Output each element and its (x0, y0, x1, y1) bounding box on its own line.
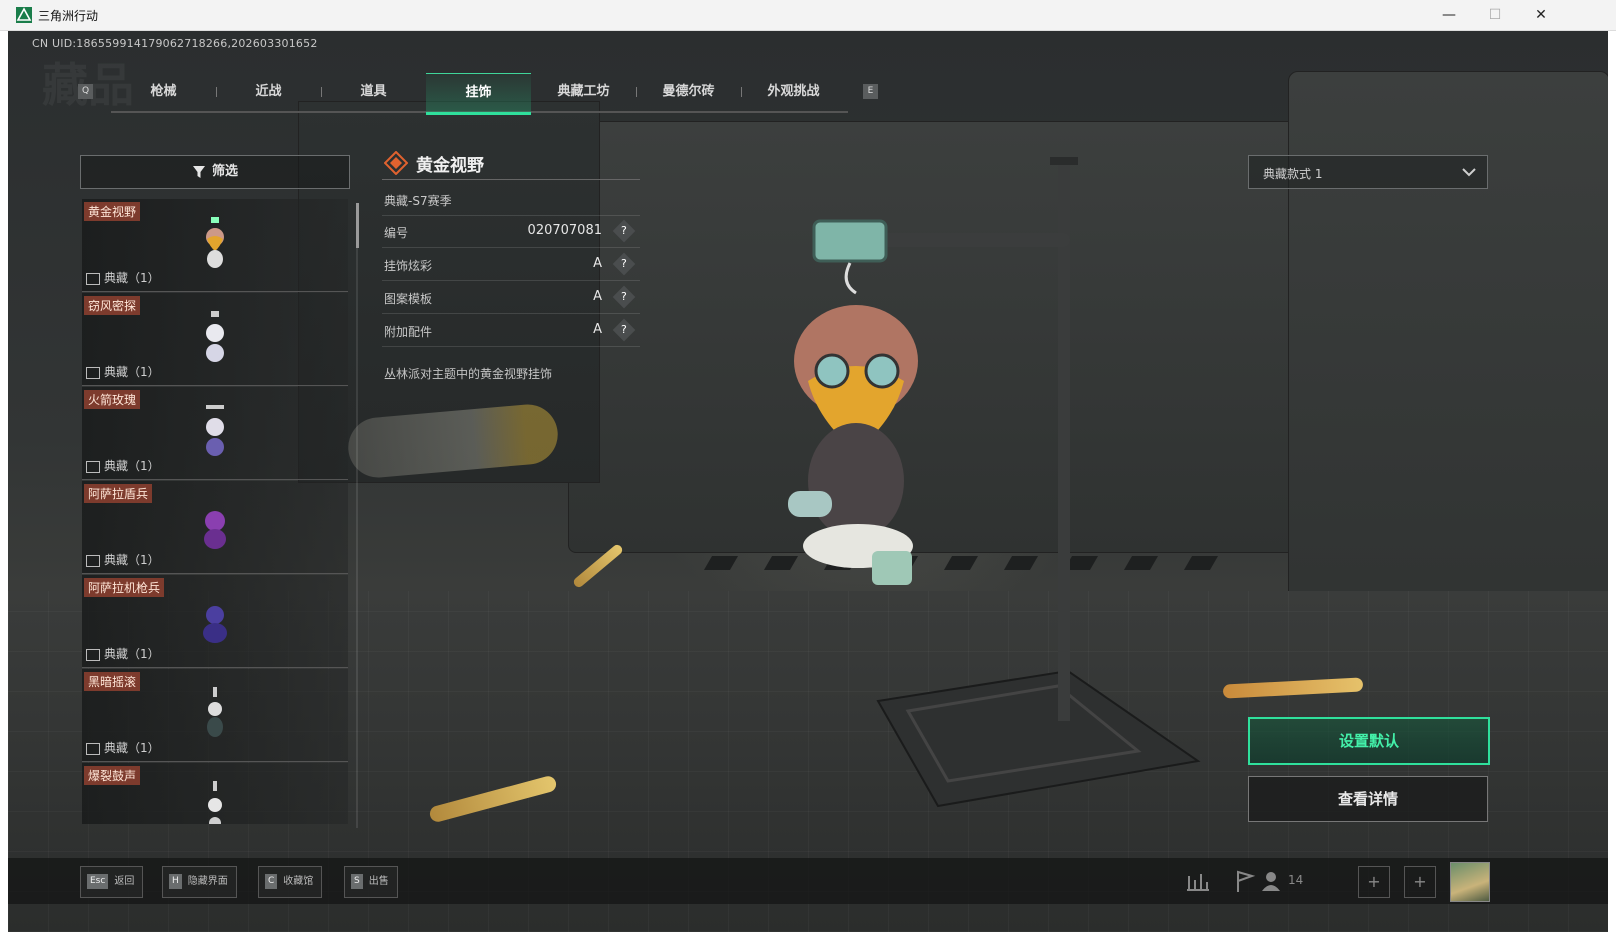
collection-icon (86, 272, 100, 285)
charm-thumbnail (206, 405, 224, 456)
charm-thumbnail (206, 311, 224, 362)
set-default-button[interactable]: 设置默认 (1248, 717, 1490, 765)
item-count: 典藏（1） (86, 363, 160, 380)
list-scrollbar-thumb[interactable] (356, 203, 359, 248)
item-name: 黄金视野 (84, 202, 141, 221)
item-count: 典藏（1） (86, 457, 160, 474)
item-name: 火箭玫瑰 (84, 390, 141, 409)
detail-row-color: 挂饰炫彩 A ? (382, 248, 640, 281)
stats-icon[interactable] (1183, 866, 1213, 896)
collection-icon (86, 554, 100, 567)
item-count: 典藏（1） (86, 551, 160, 568)
tab-prev-key-hint[interactable]: Q (78, 84, 93, 99)
style-variant-select[interactable]: 典藏款式 1 (1248, 155, 1488, 189)
maximize-button[interactable]: ☐ (1472, 0, 1518, 30)
hide-ui-hint-button[interactable]: H 隐藏界面 (162, 866, 237, 898)
help-icon[interactable]: ? (612, 285, 636, 309)
season-label: 典藏-S7赛季 (384, 194, 452, 208)
item-count: 典藏（1） (86, 269, 160, 286)
tab-items[interactable]: 道具 (321, 73, 426, 111)
collection-icon (86, 648, 100, 661)
charm-thumbnail (206, 217, 224, 268)
chevron-down-icon (1462, 168, 1476, 177)
help-icon[interactable]: ? (612, 318, 636, 342)
collection-icon (86, 366, 100, 379)
filter-label: 筛选 (211, 164, 238, 179)
add-slot-button[interactable]: + (1358, 866, 1390, 898)
style-variant-value: 典藏款式 1 (1263, 167, 1323, 181)
filter-icon (192, 165, 205, 178)
close-button[interactable]: ✕ (1518, 0, 1564, 30)
list-item[interactable]: 阿萨拉机枪兵 典藏（1） (82, 575, 348, 668)
view-detail-button[interactable]: 查看详情 (1248, 776, 1488, 822)
tab-firearms[interactable]: 枪械 (111, 73, 216, 111)
list-scroll-track[interactable] (356, 203, 358, 828)
list-item[interactable]: 黄金视野 典藏（1） (82, 199, 348, 292)
list-item[interactable]: 窃风密探 典藏（1） (82, 293, 348, 386)
window-titlebar: 三角洲行动 — ☐ ✕ (0, 0, 1616, 31)
detail-header: 黄金视野 (382, 147, 640, 180)
category-tabs: 枪械 近战 道具 挂饰 典藏工坊 曼德尔砖 外观挑战 (111, 73, 848, 115)
tab-charms[interactable]: 挂饰 (426, 73, 531, 115)
friends-icon[interactable] (1258, 866, 1288, 896)
list-item[interactable]: 火箭玫瑰 典藏（1） (82, 387, 348, 480)
sell-hint-button[interactable]: S 出售 (344, 866, 398, 898)
charm-title: 黄金视野 (416, 156, 484, 176)
list-item[interactable]: 爆裂鼓声 (82, 763, 348, 824)
charm-list: 黄金视野 典藏（1） 窃风密探 典藏（1） 火箭玫瑰 典藏（1） 阿萨拉盾兵 典… (82, 199, 350, 824)
list-item[interactable]: 黑暗摇滚 典藏（1） (82, 669, 348, 762)
add-slot-button[interactable]: + (1404, 866, 1436, 898)
item-name: 爆裂鼓声 (84, 766, 141, 785)
item-count: 典藏（1） (86, 645, 160, 662)
detail-row-serial: 编号 020707081 ? (382, 215, 640, 248)
detail-row-accessory: 附加配件 A ? (382, 314, 640, 347)
charm-thumbnail (204, 511, 226, 549)
item-count: 典藏（1） (86, 739, 160, 756)
tab-mandel-brick[interactable]: 曼德尔砖 (636, 73, 741, 111)
tab-collection-workshop[interactable]: 典藏工坊 (531, 73, 636, 111)
tab-appearance-challenge[interactable]: 外观挑战 (741, 73, 846, 111)
window-title: 三角洲行动 (38, 9, 99, 23)
season-row: 典藏-S7赛季 (382, 183, 640, 216)
filter-button[interactable]: 筛选 (80, 155, 350, 189)
charm-thumbnail (207, 687, 223, 737)
player-avatar[interactable] (1450, 862, 1490, 902)
back-hint-button[interactable]: Esc 返回 (80, 866, 144, 898)
tab-next-key-hint[interactable]: E (863, 84, 878, 99)
charm-display-stand (788, 157, 1201, 808)
collection-icon (86, 460, 100, 473)
bottom-bar: Esc 返回 H 隐藏界面 C 收藏馆 S 出售 14 + + (8, 858, 1608, 904)
minimize-button[interactable]: — (1426, 0, 1472, 30)
list-item[interactable]: 阿萨拉盾兵 典藏（1） (82, 481, 348, 574)
detail-row-pattern: 图案模板 A ? (382, 281, 640, 314)
game-viewport: CN UID:1865599141790627182​66,2026033016… (8, 31, 1608, 932)
app-logo-icon (16, 7, 32, 23)
help-icon[interactable]: ? (612, 219, 636, 243)
item-name: 阿萨拉盾兵 (84, 484, 153, 503)
crate-vent (703, 556, 739, 570)
collection-icon (86, 742, 100, 755)
item-name: 黑暗摇滚 (84, 672, 141, 691)
serial-number: 020707081 (527, 223, 602, 238)
charm-description: 丛林派对主题中的黄金视野挂饰 (384, 367, 553, 381)
item-name: 窃风密探 (84, 296, 141, 315)
flag-icon[interactable] (1230, 866, 1260, 896)
tab-melee[interactable]: 近战 (216, 73, 321, 111)
help-icon[interactable]: ? (612, 252, 636, 276)
item-name: 阿萨拉机枪兵 (84, 578, 165, 597)
friend-count: 14 (1288, 873, 1304, 887)
gallery-hint-button[interactable]: C 收藏馆 (258, 866, 323, 898)
charm-thumbnail (203, 606, 227, 643)
charm-thumbnail (208, 781, 222, 824)
collection-grade-icon (384, 151, 408, 175)
